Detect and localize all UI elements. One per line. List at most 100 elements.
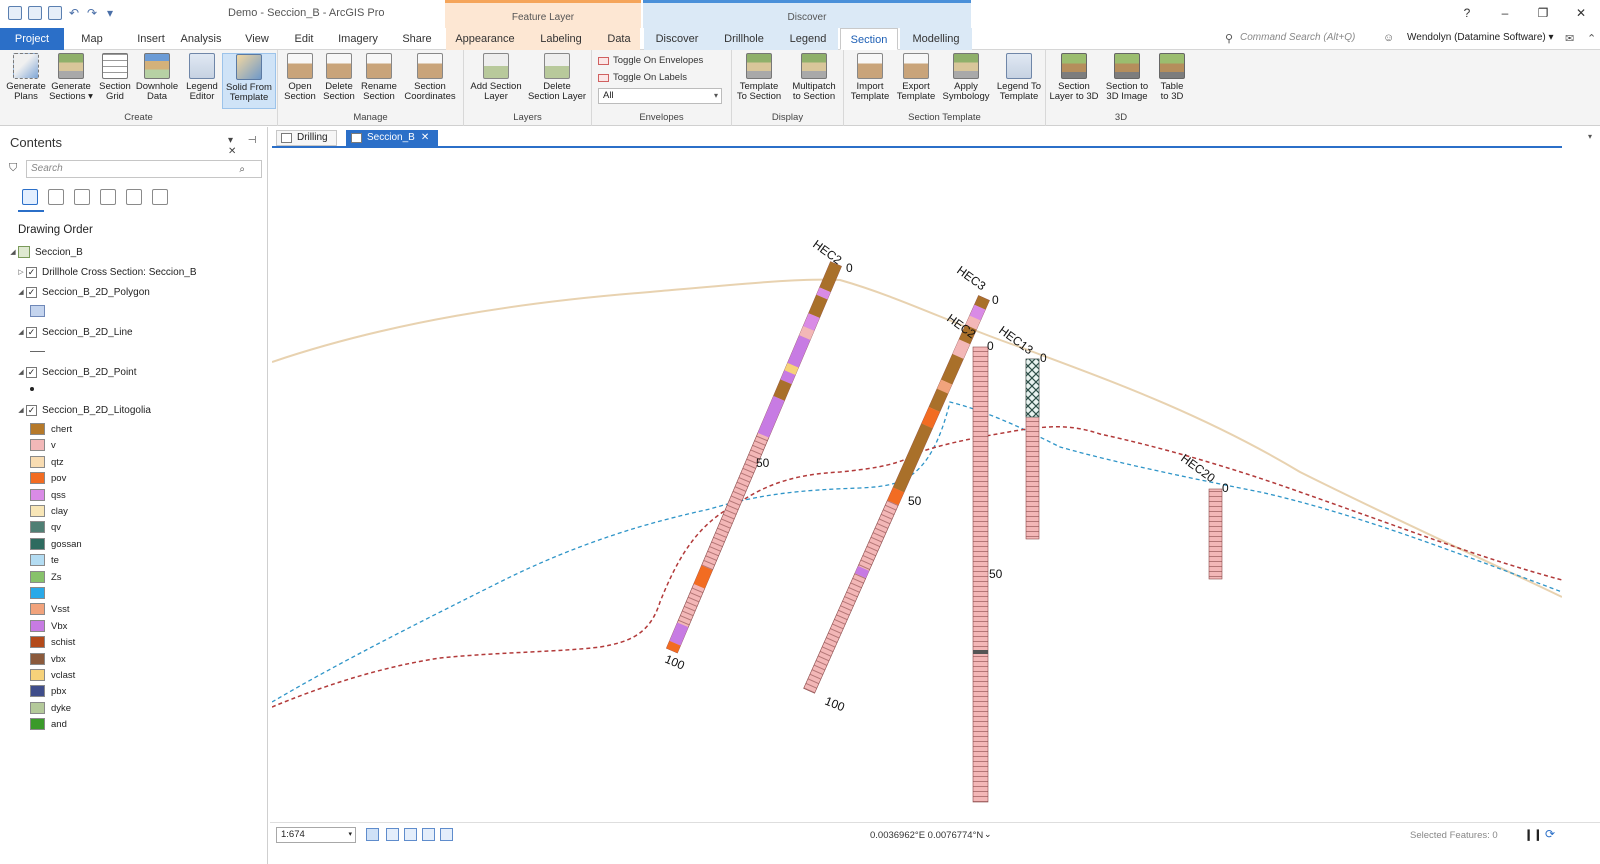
legend-swatch[interactable]	[30, 439, 45, 452]
section-grid-button[interactable]: Section Grid	[96, 53, 134, 102]
template-to-section-button[interactable]: Template To Section	[734, 53, 784, 102]
legend-swatch[interactable]	[30, 455, 45, 468]
save-project-icon[interactable]	[48, 6, 62, 20]
rotate-icon[interactable]	[440, 828, 453, 841]
import-template-button[interactable]: Import Template	[848, 53, 892, 102]
list-by-snapping-icon[interactable]	[126, 189, 142, 205]
layer-visibility-checkbox[interactable]: ✓	[26, 404, 37, 416]
layer-row[interactable]: ◢ ✓ Seccion_B_2D_Line	[16, 325, 133, 339]
legend-swatch[interactable]	[30, 636, 45, 649]
list-by-selection-icon[interactable]	[74, 189, 90, 205]
envelope-filter-select[interactable]: All ▾	[598, 88, 722, 104]
section-to-3d-image-button[interactable]: Section to 3D Image	[1102, 53, 1152, 102]
tab-edit[interactable]: Edit	[284, 28, 324, 50]
tab-map[interactable]: Map	[64, 28, 120, 50]
list-by-data-source-icon[interactable]	[48, 189, 64, 205]
expand-icon[interactable]: ◢	[16, 368, 26, 376]
delete-section-layer-button[interactable]: Delete Section Layer	[526, 53, 588, 102]
fixed-zoom-icon[interactable]	[366, 828, 379, 841]
map-scale-select[interactable]: 1:674 ▾	[276, 827, 356, 843]
section-canvas[interactable]: HEC2 0 50 100 HEC3 0 50 100 HEC2 0 50 HE…	[272, 148, 1562, 822]
layer-row[interactable]: ◢ ✓ Seccion_B_2D_Point	[16, 365, 137, 379]
multipatch-to-section-button[interactable]: Multipatch to Section	[786, 53, 842, 102]
snapping-icon[interactable]	[422, 828, 435, 841]
legend-swatch[interactable]	[30, 488, 45, 501]
legend-editor-button[interactable]: Legend Editor	[182, 53, 222, 102]
tab-overflow-icon[interactable]: ▾	[1588, 132, 1592, 141]
tab-imagery[interactable]: Imagery	[330, 28, 386, 50]
tab-analysis[interactable]: Analysis	[172, 28, 230, 50]
legend-swatch[interactable]	[30, 669, 45, 681]
tab-appearance[interactable]: Appearance	[446, 28, 524, 50]
layer-visibility-checkbox[interactable]: ✓	[26, 326, 37, 338]
legend-swatch[interactable]	[30, 652, 45, 665]
tab-labeling[interactable]: Labeling	[524, 28, 598, 50]
new-project-icon[interactable]	[8, 6, 22, 20]
generate-sections-button[interactable]: Generate Sections ▾	[48, 53, 94, 102]
layer-row[interactable]: ◢ ✓ Seccion_B_2D_Polygon	[16, 285, 150, 299]
layer-visibility-checkbox[interactable]: ✓	[26, 366, 37, 378]
contents-search-input[interactable]: Search ⌕	[26, 160, 262, 178]
tab-share[interactable]: Share	[392, 28, 442, 50]
tab-modelling[interactable]: Modelling	[900, 28, 972, 50]
legend-swatch[interactable]	[30, 619, 45, 632]
solid-from-template-button[interactable]: Solid From Template	[222, 53, 276, 109]
list-by-labeling-icon[interactable]	[152, 189, 168, 205]
legend-swatch[interactable]	[30, 521, 45, 534]
legend-swatch[interactable]	[30, 423, 45, 435]
toggle-envelopes-button[interactable]: Toggle On Envelopes	[598, 55, 703, 66]
filter-icon[interactable]: ⛉	[9, 162, 17, 175]
drillhole-hec2-vertical[interactable]	[972, 346, 989, 803]
selected-features-count[interactable]: Selected Features: 0	[1410, 830, 1498, 841]
delete-section-button[interactable]: Delete Section	[320, 53, 358, 102]
help-button[interactable]: ?	[1448, 0, 1486, 26]
drillhole-hec2[interactable]	[665, 261, 842, 654]
tab-discover[interactable]: Discover	[644, 28, 710, 50]
drillhole-hec13[interactable]	[1025, 358, 1040, 540]
list-by-drawing-order-icon[interactable]	[22, 189, 38, 205]
layer-visibility-checkbox[interactable]: ✓	[26, 286, 37, 298]
close-tab-icon[interactable]: ✕	[421, 132, 429, 143]
tab-data[interactable]: Data	[598, 28, 640, 50]
section-layer-to-3d-button[interactable]: Section Layer to 3D	[1048, 53, 1100, 102]
rename-section-button[interactable]: Rename Section	[360, 53, 398, 102]
legend-swatch[interactable]	[30, 505, 45, 517]
tab-drillhole[interactable]: Drillhole	[710, 28, 778, 50]
layer-row[interactable]: ◢ ✓ Seccion_B_2D_Litogolia	[16, 403, 151, 417]
undo-icon[interactable]: ↶	[68, 6, 80, 20]
apply-symbology-button[interactable]: Apply Symbology	[940, 53, 992, 102]
table-icon[interactable]	[404, 828, 417, 841]
expand-icon[interactable]: ◢	[8, 248, 18, 256]
tab-seccion-b[interactable]: Seccion_B ✕	[346, 130, 439, 146]
map-node[interactable]: ◢ Seccion_B	[8, 245, 83, 259]
command-search-input[interactable]: Command Search (Alt+Q)	[1240, 32, 1355, 43]
user-menu[interactable]: Wendolyn (Datamine Software) ▾	[1407, 32, 1554, 43]
grid-icon[interactable]	[386, 828, 399, 841]
tab-legend[interactable]: Legend	[778, 28, 838, 50]
list-by-editing-icon[interactable]	[100, 189, 116, 205]
downhole-data-button[interactable]: Downhole Data	[134, 53, 180, 102]
legend-swatch[interactable]	[30, 537, 45, 550]
legend-to-template-button[interactable]: Legend To Template	[994, 53, 1044, 102]
open-project-icon[interactable]	[28, 6, 42, 20]
pane-controls[interactable]: ▾ ⊣ ✕	[228, 135, 267, 157]
layer-row[interactable]: ▷ ✓ Drillhole Cross Section: Seccion_B	[16, 265, 197, 279]
expand-icon[interactable]: ◢	[16, 288, 26, 296]
toggle-labels-button[interactable]: Toggle On Labels	[598, 72, 687, 83]
tab-section[interactable]: Section	[840, 28, 898, 50]
generate-plans-button[interactable]: Generate Plans	[4, 53, 48, 102]
minimize-button[interactable]: –	[1486, 0, 1524, 26]
expand-icon[interactable]: ▷	[16, 268, 26, 276]
refresh-icon[interactable]: ⟳	[1545, 827, 1555, 841]
legend-swatch[interactable]	[30, 718, 45, 731]
map-view[interactable]: HEC2 0 50 100 HEC3 0 50 100 HEC2 0 50 HE…	[272, 146, 1562, 822]
notification-icon[interactable]: ✉	[1565, 32, 1574, 45]
tab-drilling[interactable]: Drilling	[276, 130, 337, 146]
expand-icon[interactable]: ◢	[16, 406, 26, 414]
legend-swatch[interactable]	[30, 570, 45, 583]
section-coordinates-button[interactable]: Section Coordinates	[400, 53, 460, 102]
table-to-3d-button[interactable]: Table to 3D	[1154, 53, 1190, 102]
layer-visibility-checkbox[interactable]: ✓	[26, 266, 37, 278]
legend-swatch[interactable]	[30, 472, 45, 485]
redo-icon[interactable]: ↷	[86, 6, 98, 20]
